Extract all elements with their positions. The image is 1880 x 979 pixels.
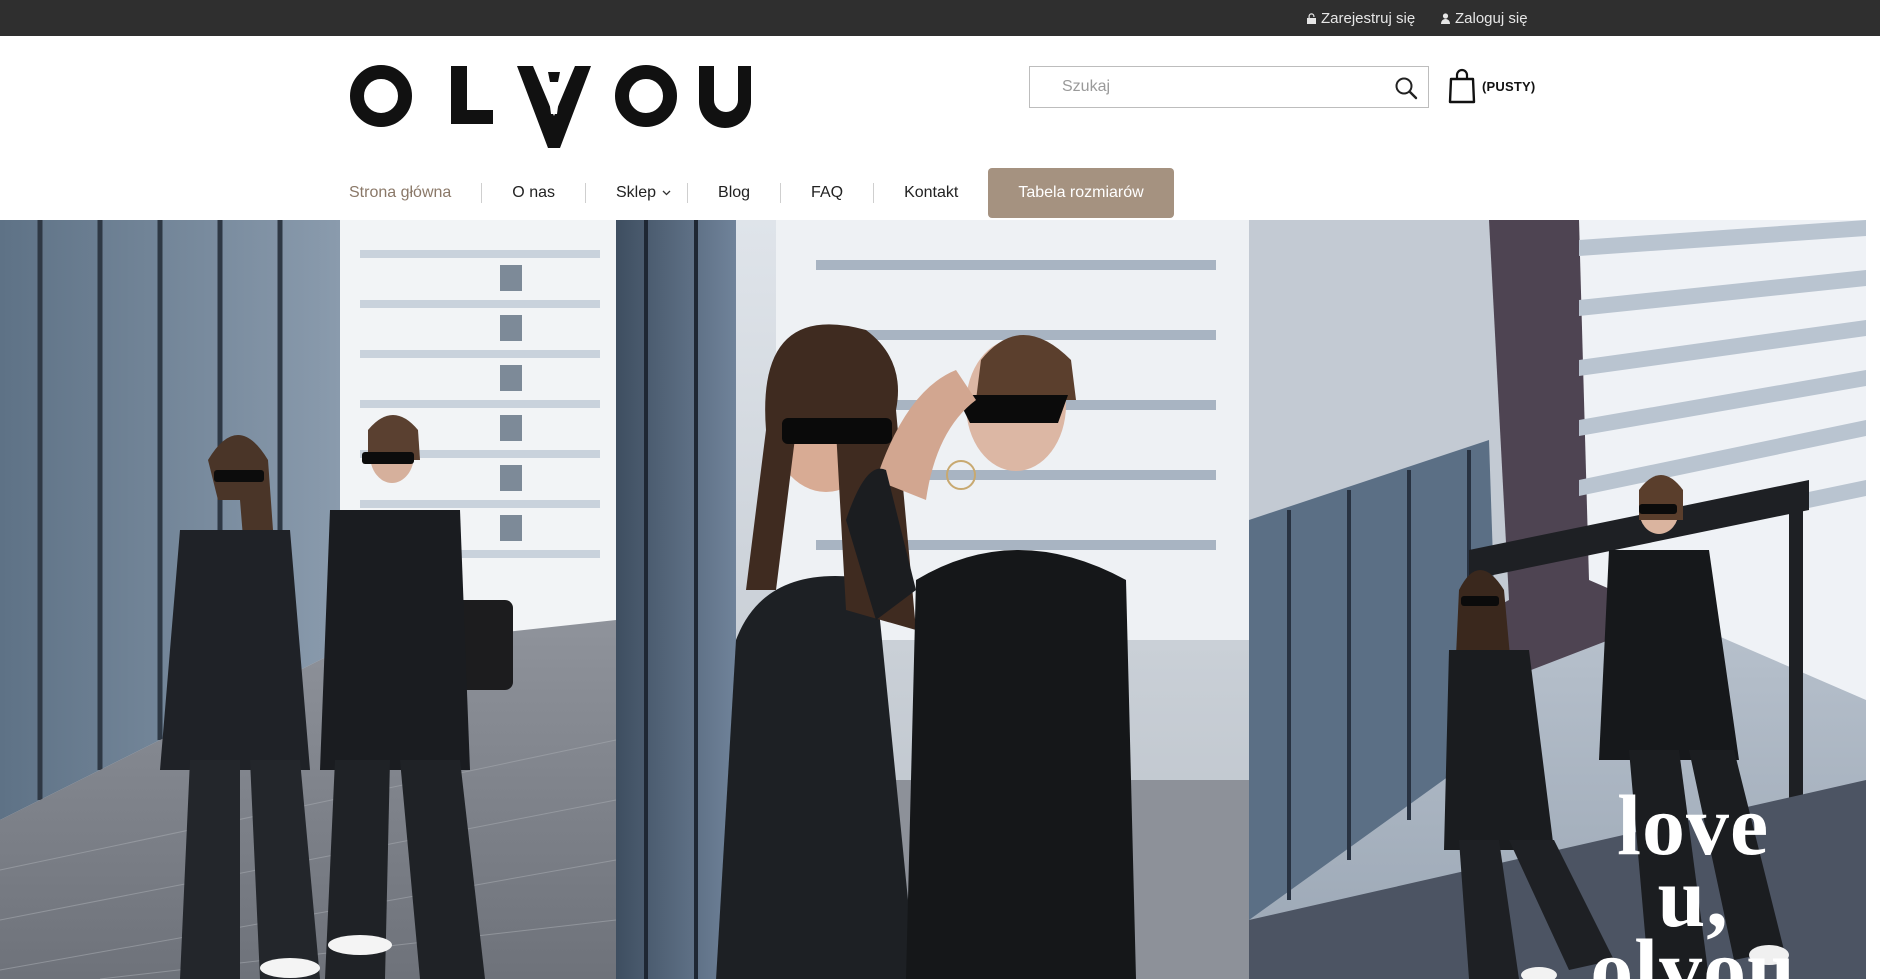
hero-photo-right: love u, olvou bbox=[1249, 220, 1866, 979]
nav-item-contact[interactable]: Kontakt bbox=[904, 184, 958, 202]
page-edge bbox=[1866, 220, 1880, 979]
nav-item-shop[interactable]: Sklep bbox=[616, 184, 671, 202]
hero-slogan: love u, olvou bbox=[1590, 782, 1796, 979]
nav-divider bbox=[481, 183, 483, 203]
hero-banner[interactable]: love u, olvou bbox=[0, 220, 1866, 979]
cart-button[interactable]: (PUSTY) bbox=[1448, 66, 1535, 106]
nav-item-size-chart[interactable]: Tabela rozmiarów bbox=[988, 168, 1174, 218]
hero-slogan-line: olvou bbox=[1590, 921, 1796, 979]
nav-item-about[interactable]: O nas bbox=[512, 184, 555, 202]
user-icon bbox=[1441, 12, 1450, 24]
register-link[interactable]: Zarejestruj się bbox=[1307, 0, 1415, 36]
hero-photo-center bbox=[616, 220, 1249, 979]
search-icon[interactable] bbox=[1394, 76, 1418, 100]
register-label: Zarejestruj się bbox=[1321, 9, 1416, 27]
main-nav: Strona główna O nas Sklep Blog FAQ Konta… bbox=[349, 168, 1174, 218]
login-link[interactable]: Zaloguj się bbox=[1441, 0, 1528, 36]
brand-logo-image bbox=[350, 65, 751, 148]
search-box bbox=[1029, 66, 1429, 108]
shopping-bag-icon bbox=[1448, 68, 1476, 104]
chevron-down-icon bbox=[662, 190, 671, 196]
search-input[interactable] bbox=[1030, 67, 1370, 107]
nav-item-home[interactable]: Strona główna bbox=[349, 184, 451, 202]
cart-status: (PUSTY) bbox=[1482, 78, 1536, 94]
nav-divider bbox=[873, 183, 875, 203]
nav-item-blog[interactable]: Blog bbox=[718, 184, 750, 202]
hero-photo-left bbox=[0, 220, 616, 979]
nav-divider bbox=[780, 183, 782, 203]
login-label: Zaloguj się bbox=[1455, 9, 1528, 27]
top-bar: Zarejestruj się Zaloguj się bbox=[0, 0, 1880, 36]
brand-logo[interactable] bbox=[349, 64, 751, 150]
nav-divider bbox=[687, 183, 689, 203]
nav-item-shop-label: Sklep bbox=[615, 184, 657, 201]
lock-icon bbox=[1307, 12, 1316, 24]
nav-item-faq[interactable]: FAQ bbox=[811, 184, 843, 202]
nav-divider bbox=[584, 183, 586, 203]
